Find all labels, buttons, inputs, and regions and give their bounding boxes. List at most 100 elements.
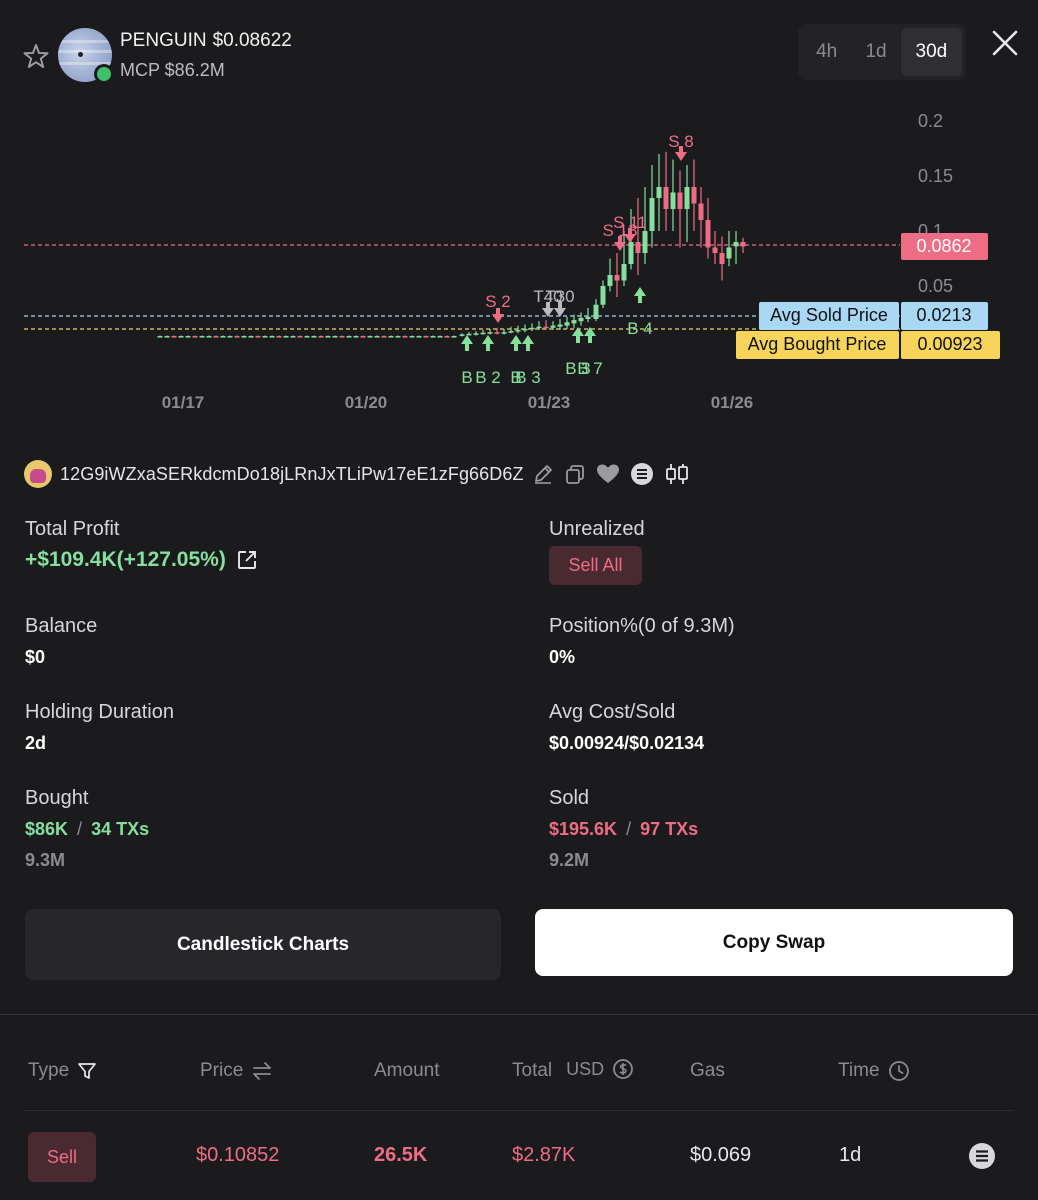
column-type[interactable]: Type: [28, 1060, 97, 1082]
swap-icon[interactable]: [251, 1061, 273, 1081]
clock-icon[interactable]: [888, 1060, 910, 1082]
column-gas: Gas: [690, 1060, 725, 1081]
filter-icon[interactable]: [77, 1061, 97, 1081]
candle-body: [571, 320, 577, 324]
candlestick-chart: 0.20.150.10.0501/17 01/20 01/23 01/26S 8S 1…: [24, 111, 1000, 412]
candle-body: [614, 275, 620, 281]
holding-duration-value: 2d: [25, 733, 47, 753]
candle-body: [677, 192, 683, 209]
wallet-avatar: [24, 460, 52, 488]
candle-body: [705, 220, 711, 248]
candle-body: [178, 336, 184, 338]
candle-body: [367, 336, 373, 338]
candle-body: [346, 336, 352, 338]
sell-all-button[interactable]: Sell All: [549, 546, 642, 585]
sold-txs: 97 TXs: [640, 819, 699, 839]
candle-body: [628, 242, 634, 264]
total-profit-label: Total Profit: [25, 518, 120, 540]
bought-summary: $86K / 34 TXs: [25, 819, 149, 840]
holding-duration-label: Holding Duration: [25, 701, 174, 723]
candle-body: [283, 336, 289, 338]
candle-body: [220, 336, 226, 338]
candlestick-charts-button[interactable]: Candlestick Charts: [25, 909, 501, 980]
balance-value: $0: [25, 647, 46, 667]
candle-body: [564, 322, 570, 326]
position-value: 0%: [549, 647, 576, 667]
solana-explorer-icon[interactable]: [968, 1142, 996, 1170]
candle-body: [157, 336, 163, 338]
token-title: PENGUIN $0.08622: [120, 30, 292, 52]
star-icon[interactable]: [22, 42, 50, 70]
candle-body: [430, 336, 436, 338]
candle-body: [164, 336, 170, 338]
bought-txs: 34 TXs: [91, 819, 150, 839]
candle-body: [649, 198, 655, 231]
candle-body: [578, 317, 584, 322]
column-price[interactable]: Price: [200, 1060, 273, 1082]
currency-toggle-icon[interactable]: [612, 1058, 634, 1080]
candle-body: [487, 332, 493, 334]
candle-body: [670, 192, 676, 209]
y-tick-label: 0.2: [918, 111, 943, 131]
trade-marker-label: T30: [545, 287, 574, 306]
table-header-divider: [24, 1110, 1014, 1111]
x-tick-label: 01/23: [528, 393, 571, 412]
position-label: Position%(0 of 9.3M): [549, 615, 735, 637]
trade-marker-arrow: [522, 335, 534, 351]
candle-body: [332, 336, 338, 338]
candle-body: [206, 336, 212, 338]
candle-body: [508, 331, 514, 333]
candle-body: [416, 336, 422, 338]
total-profit-value: +$109.4K(+127.05%): [25, 548, 226, 571]
copy-icon[interactable]: [564, 463, 586, 485]
external-link-icon[interactable]: [236, 549, 258, 571]
x-tick-label: 01/26: [711, 393, 754, 412]
candle-body: [501, 332, 507, 334]
column-total: Total USD: [512, 1058, 634, 1082]
total-profit: +$109.4K(+127.05%): [25, 548, 258, 572]
candle-body: [543, 326, 549, 329]
sold-amount: 9.2M: [549, 850, 590, 870]
unrealized-label: Unrealized: [549, 518, 645, 540]
candle-body: [691, 187, 697, 204]
balance-label: Balance: [25, 615, 98, 637]
candle-body: [276, 336, 282, 338]
avg-bought-label: Avg Bought Price: [748, 334, 887, 354]
candle-body: [656, 187, 662, 198]
edit-icon[interactable]: [532, 463, 554, 485]
trade-total: $2.87K: [512, 1144, 576, 1166]
section-divider: [0, 1014, 1038, 1015]
avg-sold-value: 0.0213: [916, 305, 971, 325]
candlestick-icon[interactable]: [664, 462, 690, 486]
candle-body: [473, 333, 479, 335]
token-name: PENGUIN: [120, 30, 207, 51]
trade-marker-label: S 13: [603, 221, 638, 240]
candle-body: [423, 336, 429, 338]
copy-swap-button[interactable]: Copy Swap: [535, 909, 1013, 976]
bought-separator: /: [77, 819, 83, 839]
candle-body: [255, 336, 261, 338]
close-icon[interactable]: [990, 28, 1020, 58]
candle-body: [318, 336, 324, 338]
candle-body: [374, 336, 380, 338]
candle-body: [227, 336, 233, 338]
column-type-label: Type: [28, 1060, 70, 1081]
sold-separator: /: [626, 819, 632, 839]
candle-body: [698, 203, 704, 220]
trade-marker-arrow: [482, 335, 494, 351]
timeframe-30d[interactable]: 30d: [900, 28, 962, 76]
candle-body: [593, 304, 599, 319]
trade-time: 1d: [839, 1144, 862, 1166]
token-price: $0.08622: [212, 30, 292, 51]
y-tick-label: 0.05: [918, 276, 953, 296]
candle-body: [740, 242, 746, 247]
trade-marker-label: B 4: [627, 319, 653, 338]
trade-marker-label: B 3: [565, 359, 591, 378]
timeframe-4h[interactable]: 4h: [802, 28, 851, 76]
candle-body: [290, 336, 296, 338]
solana-icon[interactable]: [630, 462, 654, 486]
candle-body: [529, 327, 535, 330]
heart-icon[interactable]: [596, 463, 620, 485]
column-time[interactable]: Time: [838, 1060, 910, 1082]
timeframe-1d[interactable]: 1d: [851, 28, 900, 76]
